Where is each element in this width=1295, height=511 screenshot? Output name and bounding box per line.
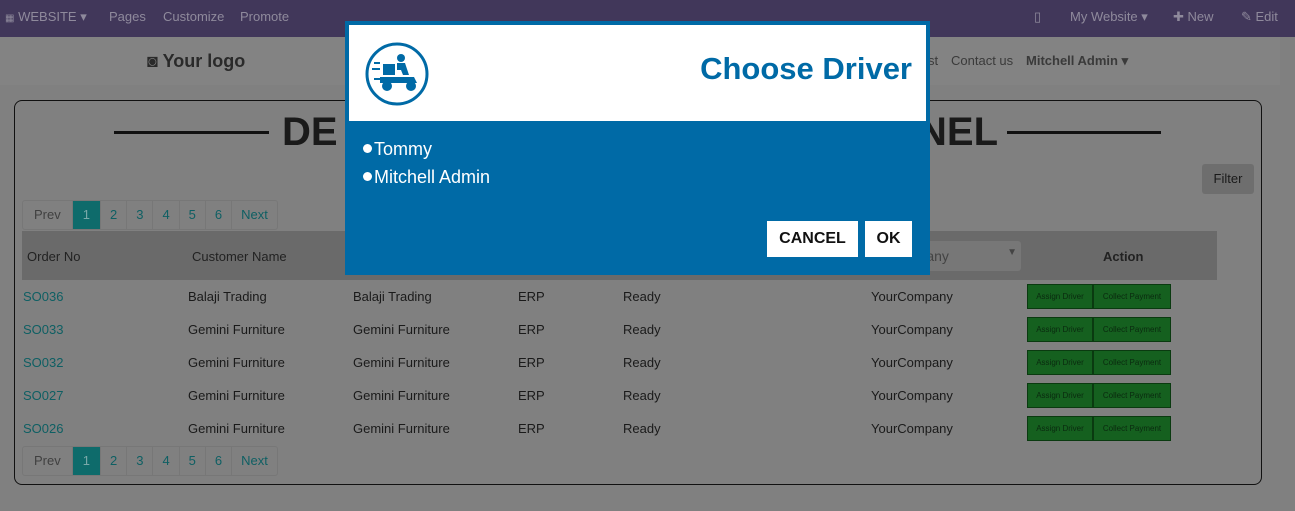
- order-no[interactable]: SO033: [23, 322, 63, 337]
- customer-name: Gemini Furniture: [188, 421, 285, 436]
- page-3[interactable]: 3: [127, 201, 154, 229]
- choose-driver-modal: Choose Driver Tommy Mitchell Admin CANCE…: [345, 21, 930, 275]
- company: YourCompany: [871, 289, 953, 304]
- cell-col4: ERP: [518, 421, 545, 436]
- status: Ready: [623, 289, 661, 304]
- status: Ready: [623, 355, 661, 370]
- prev-page[interactable]: Prev: [23, 201, 73, 229]
- menu-contact-us[interactable]: Contact us: [951, 53, 1013, 68]
- page-3[interactable]: 3: [127, 447, 154, 475]
- panel-title: DE: [282, 110, 338, 154]
- company: YourCompany: [871, 421, 953, 436]
- title-rule-left: [114, 131, 269, 134]
- title-rule-right: [1007, 131, 1161, 134]
- next-page[interactable]: Next: [232, 447, 277, 475]
- filter-button[interactable]: Filter: [1202, 164, 1254, 194]
- status: Ready: [623, 322, 661, 337]
- driver-option-tommy[interactable]: Tommy: [363, 139, 432, 160]
- order-no[interactable]: SO027: [23, 388, 63, 403]
- delivery-scooter-icon: [365, 42, 429, 106]
- page-2[interactable]: 2: [101, 447, 128, 475]
- status: Ready: [623, 421, 661, 436]
- website-menu[interactable]: ▦ WEBSITE ▾: [5, 9, 87, 25]
- page-5[interactable]: 5: [180, 201, 206, 229]
- col-order-no: Order No: [27, 249, 81, 264]
- next-page[interactable]: Next: [232, 201, 277, 229]
- camera-icon: ◙: [147, 51, 158, 71]
- col-action: Action: [1103, 249, 1144, 264]
- page-5[interactable]: 5: [180, 447, 206, 475]
- customer-name: Gemini Furniture: [188, 355, 285, 370]
- assign-driver-button[interactable]: Assign Driver: [1027, 350, 1093, 375]
- company: YourCompany: [871, 322, 953, 337]
- pagination-bottom: Prev 1 2 3 4 5 6 Next: [22, 446, 278, 476]
- page-4[interactable]: 4: [153, 201, 180, 229]
- page-2[interactable]: 2: [101, 201, 128, 229]
- page-6[interactable]: 6: [206, 201, 233, 229]
- col-customer-name: Customer Name: [192, 249, 287, 264]
- page-6[interactable]: 6: [206, 447, 233, 475]
- pagination-top: Prev 1 2 3 4 5 6 Next: [22, 200, 278, 230]
- assign-driver-button[interactable]: Assign Driver: [1027, 284, 1093, 309]
- customize-menu[interactable]: Customize: [163, 9, 224, 24]
- customer-name: Balaji Trading: [188, 289, 267, 304]
- prev-page[interactable]: Prev: [23, 447, 73, 475]
- page-1[interactable]: 1: [72, 447, 101, 475]
- chevron-down-icon: ▼: [1007, 247, 1017, 258]
- driver-option-mitchell-admin[interactable]: Mitchell Admin: [363, 167, 490, 188]
- page-4[interactable]: 4: [153, 447, 180, 475]
- collect-payment-button[interactable]: Collect Payment: [1093, 383, 1171, 408]
- my-website-menu[interactable]: My Website ▾: [1070, 9, 1148, 25]
- edit-button[interactable]: ✎ Edit: [1241, 9, 1278, 25]
- assign-driver-button[interactable]: Assign Driver: [1027, 383, 1093, 408]
- customer-name: Gemini Furniture: [188, 388, 285, 403]
- company: YourCompany: [871, 355, 953, 370]
- new-button[interactable]: ✚ New: [1173, 9, 1214, 25]
- collect-payment-button[interactable]: Collect Payment: [1093, 317, 1171, 342]
- order-no[interactable]: SO032: [23, 355, 63, 370]
- site-logo[interactable]: ◙ Your logo: [147, 51, 245, 72]
- page-1[interactable]: 1: [72, 201, 101, 229]
- cell-col3: Gemini Furniture: [353, 322, 450, 337]
- cell-col3: Gemini Furniture: [353, 355, 450, 370]
- promote-menu[interactable]: Promote: [240, 9, 289, 24]
- cell-col4: ERP: [518, 355, 545, 370]
- company: YourCompany: [871, 388, 953, 403]
- cell-col4: ERP: [518, 322, 545, 337]
- user-menu[interactable]: Mitchell Admin ▾: [1026, 53, 1128, 69]
- collect-payment-button[interactable]: Collect Payment: [1093, 284, 1171, 309]
- order-no[interactable]: SO026: [23, 421, 63, 436]
- modal-title: Choose Driver: [700, 51, 912, 86]
- cancel-button[interactable]: CANCEL: [767, 221, 858, 257]
- cell-col4: ERP: [518, 289, 545, 304]
- panel-title-end: NEL: [918, 110, 998, 154]
- modal-header: Choose Driver: [349, 25, 926, 121]
- mobile-preview-icon[interactable]: ▯: [1034, 9, 1041, 25]
- assign-driver-button[interactable]: Assign Driver: [1027, 416, 1093, 441]
- cell-col3: Gemini Furniture: [353, 421, 450, 436]
- apps-grid-icon: ▦: [5, 13, 15, 24]
- customer-name: Gemini Furniture: [188, 322, 285, 337]
- collect-payment-button[interactable]: Collect Payment: [1093, 416, 1171, 441]
- pages-menu[interactable]: Pages: [109, 9, 146, 24]
- cell-col4: ERP: [518, 388, 545, 403]
- status: Ready: [623, 388, 661, 403]
- assign-driver-button[interactable]: Assign Driver: [1027, 317, 1093, 342]
- ok-button[interactable]: OK: [865, 221, 912, 257]
- cell-col3: Balaji Trading: [353, 289, 432, 304]
- order-no[interactable]: SO036: [23, 289, 63, 304]
- cell-col3: Gemini Furniture: [353, 388, 450, 403]
- collect-payment-button[interactable]: Collect Payment: [1093, 350, 1171, 375]
